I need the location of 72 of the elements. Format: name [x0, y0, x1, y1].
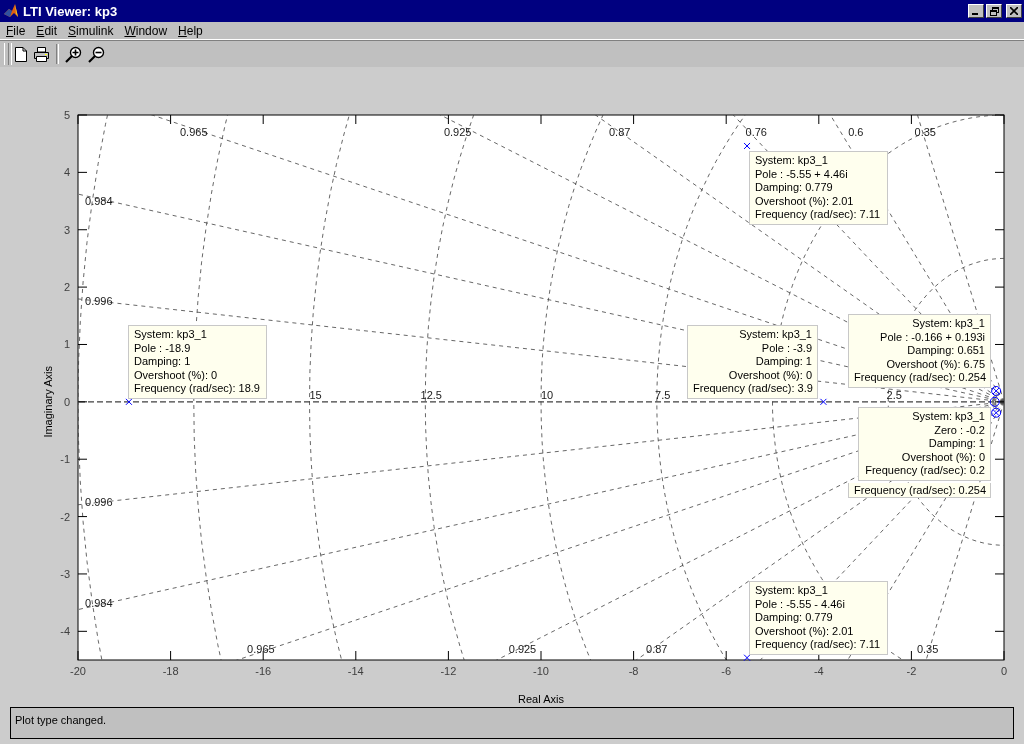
- pole-marker[interactable]: [743, 142, 751, 150]
- zero-marker[interactable]: [989, 396, 1000, 407]
- app-icon: [3, 3, 19, 19]
- y-tick-label: -1: [60, 453, 70, 466]
- damping-label: 0.996: [85, 295, 113, 308]
- zoom-in-icon[interactable]: [65, 45, 82, 63]
- y-tick-label: 2: [63, 281, 70, 294]
- printer-icon[interactable]: [33, 46, 50, 62]
- y-tick-label: 3: [63, 223, 70, 236]
- y-tick-label: 4: [63, 166, 70, 179]
- restore-icon: [989, 6, 999, 16]
- y-tick-label: -3: [60, 567, 70, 580]
- datatip[interactable]: System: kp3_1 Pole : -3.9 Damping: 1 Overshoot (%): 0 Frequency (rad/sec): 3.9: [687, 325, 818, 399]
- damping-label: 0.984: [85, 596, 113, 609]
- datatip[interactable]: Frequency (rad/sec): 0.254: [848, 483, 991, 498]
- menu-item[interactable]: File: [0, 23, 31, 38]
- damping-label: 0.984: [85, 195, 113, 208]
- restore-button[interactable]: [986, 4, 1002, 18]
- datatip[interactable]: System: kp3_1 Pole : -5.55 - 4.46i Damping: 0.779 Overshoot (%): 2.01 Frequency (rad/sec): 7.11: [749, 581, 888, 655]
- damping-label: 0.965: [247, 642, 275, 655]
- x-tick-label: -14: [347, 665, 364, 677]
- datatip[interactable]: System: kp3_1 Pole : -0.166 + 0.193i Damping: 0.651 Overshoot (%): 6.75 Frequency (rad/sec): 0.254: [848, 314, 991, 388]
- damping-label: 0.87: [609, 126, 631, 139]
- menu-item[interactable]: Help: [172, 23, 208, 38]
- x-tick-label: -20: [70, 665, 86, 677]
- damping-label: 0.35: [914, 126, 936, 139]
- damping-label: 0.87: [646, 642, 668, 655]
- damping-label: 0.965: [180, 126, 208, 139]
- frequency-label: 2.5: [886, 388, 902, 401]
- menu-item[interactable]: Window: [118, 23, 173, 38]
- menu-item[interactable]: Edit: [30, 23, 63, 38]
- frequency-label: 7.5: [655, 388, 671, 401]
- y-tick-label: 1: [63, 338, 70, 351]
- frequency-label: 10: [540, 388, 554, 401]
- close-button[interactable]: [1006, 4, 1022, 18]
- datatip[interactable]: System: kp3_1 Pole : -5.55 + 4.46i Damping: 0.779 Overshoot (%): 2.01 Frequency (rad/sec): 7.11: [749, 151, 888, 225]
- menu-item[interactable]: Simulink: [62, 23, 119, 38]
- y-tick-label: 5: [63, 109, 70, 121]
- damping-label: 0.925: [443, 126, 472, 139]
- frequency-label: 15: [309, 388, 322, 401]
- zoom-out-icon[interactable]: [88, 45, 105, 63]
- x-tick-label: -10: [533, 665, 549, 677]
- minimize-button[interactable]: [968, 4, 984, 18]
- pole-marker[interactable]: [819, 398, 827, 406]
- new-file-icon[interactable]: [15, 46, 27, 62]
- y-axis-label: Imaginary Axis: [42, 366, 54, 438]
- status-message: Plot type changed.: [15, 714, 107, 726]
- damping-label: 0.925: [508, 642, 537, 655]
- x-tick-label: -12: [440, 665, 457, 677]
- damping-label: 0.996: [85, 496, 113, 509]
- x-tick-label: -18: [162, 665, 179, 677]
- close-icon: [1010, 7, 1018, 15]
- window-title: LTI Viewer: kp3: [23, 3, 119, 19]
- damping-label: 0.76: [745, 126, 767, 139]
- frequency-label: 12.5: [420, 388, 442, 401]
- x-tick-label: -4: [813, 665, 824, 677]
- damping-label: 0.6: [848, 126, 864, 139]
- x-tick-label: -2: [906, 665, 917, 677]
- damping-label: 0.35: [916, 642, 939, 655]
- y-tick-label: 0: [63, 395, 70, 408]
- x-tick-label: -16: [255, 665, 272, 677]
- x-axis-label: Real Axis: [518, 693, 564, 705]
- pole-marker[interactable]: [125, 398, 133, 406]
- x-tick-label: -6: [721, 665, 732, 677]
- pole-marker[interactable]: [743, 654, 751, 662]
- datatip[interactable]: System: kp3_1 Zero : -0.2 Damping: 1 Overshoot (%): 0 Frequency (rad/sec): 0.2: [858, 407, 991, 481]
- x-tick-label: -8: [628, 665, 639, 677]
- datatip[interactable]: System: kp3_1 Pole : -18.9 Damping: 1 Overshoot (%): 0 Frequency (rad/sec): 18.9: [128, 325, 267, 399]
- y-tick-label: -2: [60, 510, 70, 523]
- y-tick-label: -4: [60, 625, 70, 638]
- x-tick-label: 0: [1000, 665, 1008, 677]
- toolbar-grip[interactable]: [4, 43, 9, 65]
